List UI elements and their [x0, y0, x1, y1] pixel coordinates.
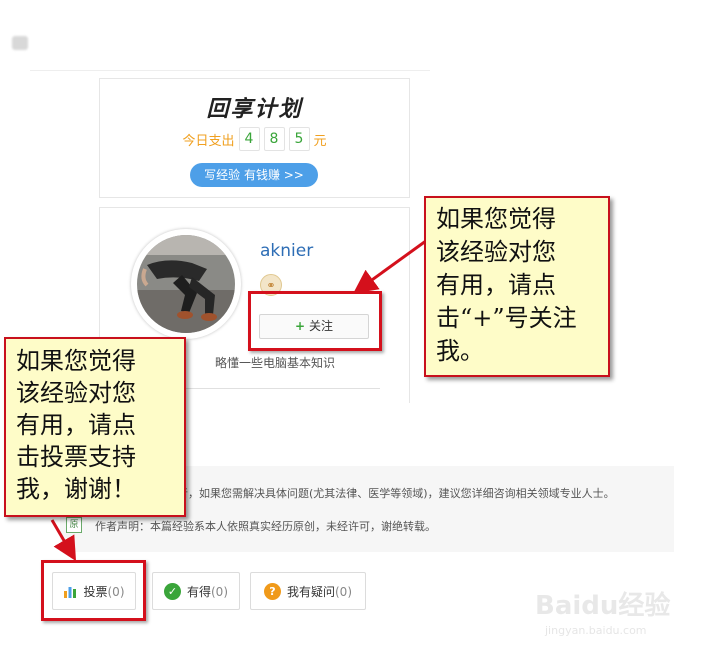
callout-line: 我。: [436, 337, 484, 365]
callout-line: 有用，请点: [16, 411, 136, 439]
callout-line: 该经验对您: [436, 238, 556, 266]
follow-tip-callout: 如果您觉得 该经验对您 有用，请点 击“+”号关注 我。: [424, 196, 610, 377]
callout-line: 我，谢谢！: [16, 475, 136, 503]
callout-line: 有用，请点: [436, 271, 556, 299]
callout-line: 该经验对您: [16, 379, 136, 407]
baidu-watermark-logo: Baidu经验: [535, 591, 671, 621]
arrow-to-vote: [50, 519, 77, 562]
watermark-url: jingyan.baidu.com: [545, 624, 647, 637]
callout-line: 击投票支持: [16, 443, 136, 471]
callout-line: 如果您觉得: [16, 347, 136, 375]
callout-line: 击“+”号关注: [436, 304, 577, 332]
callout-line: 如果您觉得: [436, 205, 556, 233]
arrow-to-follow: [353, 236, 431, 294]
vote-tip-callout: 如果您觉得 该经验对您 有用，请点 击投票支持 我，谢谢！: [4, 337, 186, 517]
